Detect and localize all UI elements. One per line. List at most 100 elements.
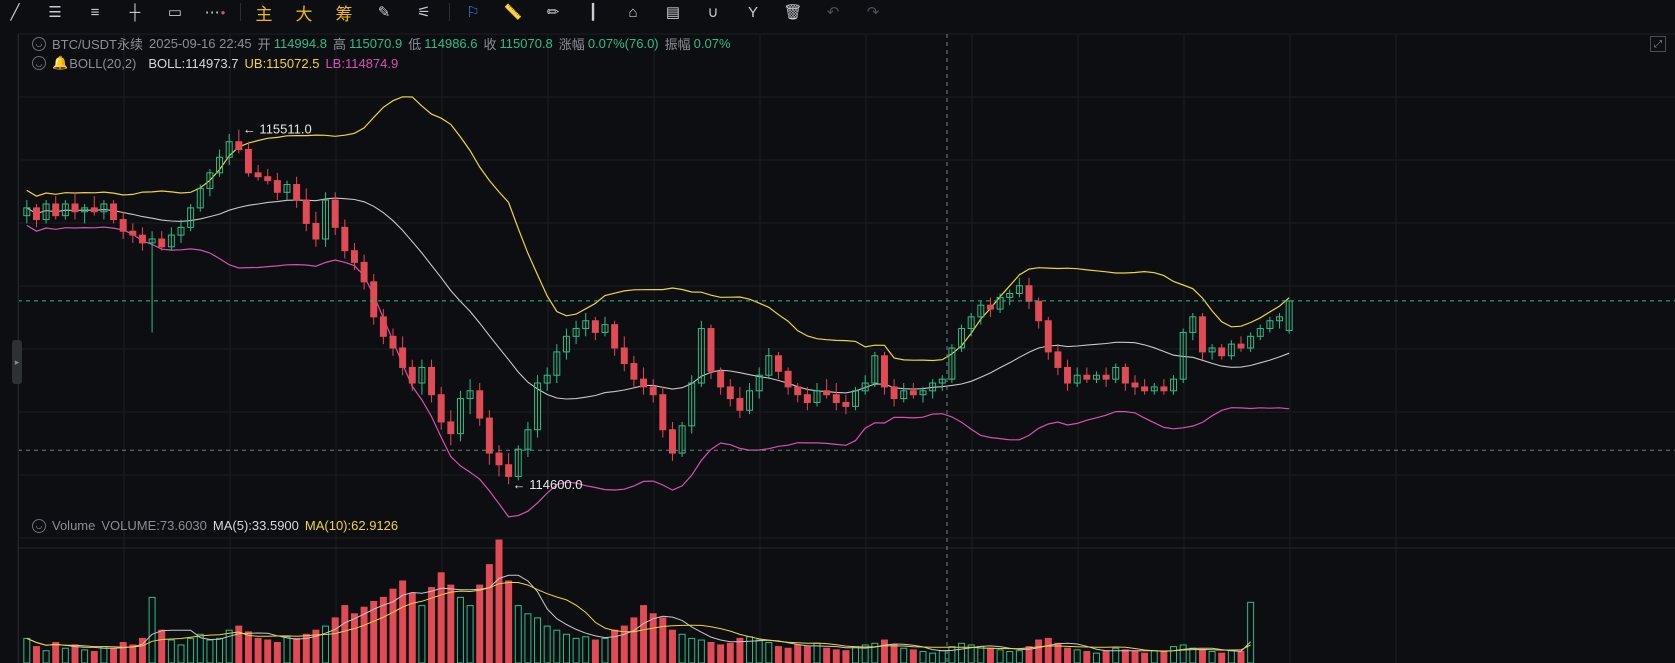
candle-body xyxy=(668,429,676,454)
fullscreen-icon[interactable]: ⤢ xyxy=(1650,36,1666,52)
crosshair-line-icon[interactable]: ┼ xyxy=(120,0,150,24)
candle-body xyxy=(640,378,648,388)
bell-icon[interactable]: 🔔 xyxy=(52,55,68,71)
volume-bar xyxy=(447,584,455,663)
candle-body xyxy=(129,230,137,236)
volume-bar xyxy=(1227,650,1235,663)
candle-body xyxy=(736,398,744,411)
chart-canvas[interactable]: ← 115511.0 ← 114600.0 xyxy=(0,0,1675,663)
volume-bar xyxy=(456,596,464,663)
filter-icon[interactable]: Y xyxy=(738,0,768,24)
visibility-toggle-icon[interactable]: ◡ xyxy=(32,518,46,533)
volume-bar xyxy=(823,647,831,663)
volume-value: VOLUME:73.6030 xyxy=(101,518,207,533)
high-value: 115070.9 xyxy=(348,36,403,51)
candle-body xyxy=(1083,374,1091,380)
candle-body xyxy=(370,281,378,318)
volume-bar xyxy=(196,633,204,663)
volume-bar xyxy=(880,639,888,663)
volume-name: Volume xyxy=(52,518,96,533)
trash-icon[interactable]: 🗑 xyxy=(778,0,808,24)
high-label: 高 xyxy=(332,37,346,52)
candle-body xyxy=(158,238,166,248)
volume-bar xyxy=(1208,651,1216,663)
volume-bar xyxy=(399,580,407,663)
volume-bar xyxy=(350,613,358,663)
volume-bar xyxy=(726,642,734,663)
volume-bar xyxy=(81,649,89,663)
parallel-lines-icon[interactable]: ≡ xyxy=(80,0,110,24)
mode-main-button[interactable]: 主 xyxy=(249,0,279,25)
candle-body xyxy=(254,172,262,178)
volume-bar xyxy=(668,629,676,663)
volume-bar xyxy=(514,605,522,663)
pencil-icon[interactable]: ✏ xyxy=(538,0,568,24)
volume-bar xyxy=(90,651,98,663)
volume-bar xyxy=(784,647,792,663)
volume-bar xyxy=(659,617,667,663)
volume-legend: ◡ Volume VOLUME:73.6030 MA(5):33.5900 MA… xyxy=(32,518,404,533)
volume-bar xyxy=(688,637,696,663)
close-value: 115070.8 xyxy=(499,36,553,51)
candle-body xyxy=(293,184,301,201)
candle-body xyxy=(110,203,118,221)
volume-bar xyxy=(1015,650,1023,663)
brush-icon[interactable]: ✎ xyxy=(369,0,399,24)
candle-body xyxy=(1064,366,1072,384)
change-label: 涨幅 xyxy=(558,37,585,52)
candle-body xyxy=(399,347,407,368)
candle-body xyxy=(842,401,850,407)
candle-body xyxy=(1025,285,1033,302)
volume-bar xyxy=(938,650,946,663)
boll-legend: ◡ 🔔 BOLL(20,2) BOLL:114973.7 UB:115072.5… xyxy=(32,55,404,71)
volume-bar xyxy=(1035,639,1043,663)
candles-icon[interactable]: ┃ xyxy=(578,0,608,24)
magnet-icon[interactable]: ∪ xyxy=(698,0,728,24)
volume-bar xyxy=(1237,651,1245,663)
volume-bar xyxy=(52,642,60,663)
undo-icon[interactable]: ↶ xyxy=(818,0,848,24)
wand-icon[interactable]: ⚟ xyxy=(409,0,439,24)
candle-body xyxy=(1102,374,1110,380)
candle-body xyxy=(659,394,667,431)
sidebar-toggle-handle[interactable]: ▸ xyxy=(12,340,22,384)
candle-body xyxy=(717,370,725,388)
lock-icon[interactable]: ⌂ xyxy=(618,0,648,24)
horizontal-lines-icon[interactable]: ☰ xyxy=(40,0,70,24)
volume-bar xyxy=(158,629,166,663)
boll-upper-band xyxy=(26,96,1290,362)
redo-icon[interactable]: ↷ xyxy=(858,0,888,24)
candle-body xyxy=(1054,351,1062,368)
volume-bar xyxy=(23,637,31,663)
bookmark-icon[interactable]: ⚐ xyxy=(458,0,488,24)
volume-bar xyxy=(996,649,1004,663)
volume-bar xyxy=(341,605,349,663)
volume-bar xyxy=(640,605,648,663)
candle-body xyxy=(138,234,146,244)
line-tool-icon[interactable]: ╱ xyxy=(0,0,30,24)
volume-bar xyxy=(379,596,387,663)
more-icon[interactable]: ⋯ ● xyxy=(200,0,230,24)
boll-name: BOLL(20,2) xyxy=(69,55,137,71)
volume-bar xyxy=(717,644,725,663)
visibility-toggle-icon[interactable]: ◡ xyxy=(32,36,46,51)
volume-bar xyxy=(187,637,195,663)
candle-body xyxy=(1198,316,1206,353)
low-marker-label: ← 114600.0 xyxy=(513,477,583,492)
visibility-toggle-icon[interactable]: ◡ xyxy=(32,56,46,70)
volume-bar xyxy=(42,650,50,663)
note-icon[interactable]: ▤ xyxy=(658,0,688,24)
volume-ma5-line xyxy=(26,574,1251,652)
rectangle-icon[interactable]: ▭ xyxy=(160,0,190,24)
mode-large-button[interactable]: 大 xyxy=(289,0,319,25)
volume-bar xyxy=(1064,647,1072,663)
volume-bar xyxy=(100,646,108,663)
volume-bar xyxy=(986,647,994,663)
volume-bar xyxy=(32,646,40,663)
volume-bar xyxy=(707,642,715,663)
volume-bar xyxy=(1141,652,1149,663)
volume-bar xyxy=(418,605,426,663)
candle-body xyxy=(341,226,349,252)
ruler-icon[interactable]: 📏 xyxy=(498,0,528,24)
mode-chips-button[interactable]: 筹 xyxy=(329,0,359,25)
